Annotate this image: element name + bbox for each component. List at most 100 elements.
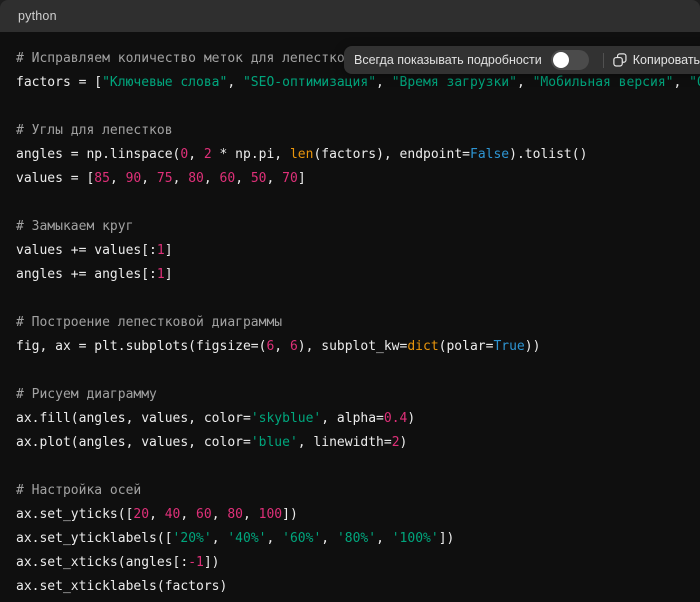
code-token-num: 6 bbox=[290, 339, 298, 354]
code-token-str: "Ключевые слова" bbox=[102, 75, 227, 90]
code-token-pln: ]) bbox=[439, 531, 455, 546]
code-token-str: '100%' bbox=[392, 531, 439, 546]
code-token-pln: ] bbox=[165, 243, 173, 258]
code-token-pln: , bbox=[321, 531, 337, 546]
code-token-pln: , bbox=[267, 171, 283, 186]
code-token-kw: True bbox=[493, 339, 524, 354]
toolbar-divider bbox=[603, 53, 604, 68]
code-token-num: 2 bbox=[204, 147, 212, 162]
code-token-pln: values += values[: bbox=[16, 243, 157, 258]
code-token-pln: ] bbox=[298, 171, 306, 186]
code-line: ax.set_xticklabels(factors) bbox=[16, 575, 700, 599]
code-token-num: 60 bbox=[196, 507, 212, 522]
code-line: # Построение лепестковой диаграммы bbox=[16, 311, 700, 335]
code-token-pln: , bbox=[266, 531, 282, 546]
code-token-pln: ) bbox=[400, 435, 408, 450]
copy-icon bbox=[613, 53, 627, 67]
code-token-pln: (polar= bbox=[439, 339, 494, 354]
code-token-pln: angles = np.linspace( bbox=[16, 147, 180, 162]
code-line bbox=[16, 455, 700, 479]
code-token-num: 80 bbox=[188, 171, 204, 186]
code-token-com: # Построение лепестковой диаграммы bbox=[16, 315, 282, 330]
code-token-num: 70 bbox=[282, 171, 298, 186]
code-token-num: 40 bbox=[165, 507, 181, 522]
code-token-pln: , bbox=[227, 75, 243, 90]
code-token-pln: , bbox=[274, 339, 290, 354]
code-token-num: 90 bbox=[126, 171, 142, 186]
code-line: values += values[:1] bbox=[16, 239, 700, 263]
code-token-com: # Рисуем диаграмму bbox=[16, 387, 157, 402]
code-token-num: -1 bbox=[188, 555, 204, 570]
code-token-str: "SEO-оптимизация" bbox=[243, 75, 376, 90]
code-token-str: 'blue' bbox=[251, 435, 298, 450]
code-token-num: 50 bbox=[251, 171, 267, 186]
copy-code-button[interactable]: Копировать код bbox=[613, 53, 700, 67]
code-line: # Замыкаем круг bbox=[16, 215, 700, 239]
code-line: ax.set_yticks([20, 40, 60, 80, 100]) bbox=[16, 503, 700, 527]
code-token-pln: * np.pi, bbox=[212, 147, 290, 162]
code-token-pln: , bbox=[376, 75, 392, 90]
code-token-pln: ]) bbox=[204, 555, 220, 570]
code-line: # Углы для лепестков bbox=[16, 119, 700, 143]
code-token-pln: , bbox=[243, 507, 259, 522]
code-token-pln: , bbox=[235, 171, 251, 186]
code-token-pln: angles += angles[: bbox=[16, 267, 157, 282]
code-token-pln: , bbox=[212, 531, 228, 546]
code-token-fn: len bbox=[290, 147, 313, 162]
code-token-num: 0.4 bbox=[384, 411, 407, 426]
code-token-pln: (factors), endpoint= bbox=[313, 147, 470, 162]
code-token-pln: values = [ bbox=[16, 171, 94, 186]
code-line bbox=[16, 359, 700, 383]
code-line bbox=[16, 191, 700, 215]
copy-code-label: Копировать код bbox=[633, 53, 700, 67]
code-token-pln: , alpha= bbox=[321, 411, 384, 426]
code-token-kw: False bbox=[470, 147, 509, 162]
code-token-num: 100 bbox=[259, 507, 282, 522]
code-token-pln: , bbox=[173, 171, 189, 186]
code-token-pln: )) bbox=[525, 339, 541, 354]
code-token-str: '40%' bbox=[227, 531, 266, 546]
code-block-header: python bbox=[0, 0, 700, 32]
code-token-pln: , bbox=[673, 75, 689, 90]
always-show-details-label: Всегда показывать подробности bbox=[354, 53, 542, 67]
code-token-pln: , bbox=[204, 171, 220, 186]
code-token-fn: dict bbox=[407, 339, 438, 354]
code-token-str: "Мобильная версия" bbox=[533, 75, 674, 90]
code-token-pln: ax.plot(angles, values, color= bbox=[16, 435, 251, 450]
code-token-pln: , bbox=[149, 507, 165, 522]
code-token-pln: , bbox=[376, 531, 392, 546]
code-line: # Настройка осей bbox=[16, 479, 700, 503]
code-token-str: "От bbox=[689, 75, 700, 90]
code-token-pln: , linewidth= bbox=[298, 435, 392, 450]
code-block: python # Исправляем количество меток для… bbox=[0, 0, 700, 602]
code-token-pln: , bbox=[212, 507, 228, 522]
code-token-str: '60%' bbox=[282, 531, 321, 546]
code-token-pln: fig, ax = plt.subplots(figsize=( bbox=[16, 339, 266, 354]
code-token-num: 80 bbox=[227, 507, 243, 522]
code-line: factors = ["Ключевые слова", "SEO-оптими… bbox=[16, 71, 700, 95]
code-token-pln: , bbox=[180, 507, 196, 522]
code-token-num: 1 bbox=[157, 243, 165, 258]
code-line bbox=[16, 95, 700, 119]
code-token-str: "Время загрузки" bbox=[392, 75, 517, 90]
code-token-pln: ax.fill(angles, values, color= bbox=[16, 411, 251, 426]
code-token-pln: ]) bbox=[282, 507, 298, 522]
code-line: ax.set_yticklabels(['20%', '40%', '60%',… bbox=[16, 527, 700, 551]
code-token-pln: ) bbox=[407, 411, 415, 426]
code-token-num: 75 bbox=[157, 171, 173, 186]
language-label: python bbox=[18, 9, 57, 23]
code-line: ax.fill(angles, values, color='skyblue',… bbox=[16, 407, 700, 431]
code-token-com: # Углы для лепестков bbox=[16, 123, 173, 138]
code-line: ax.plot(angles, values, color='blue', li… bbox=[16, 431, 700, 455]
code-token-num: 20 bbox=[133, 507, 149, 522]
code-token-pln: ).tolist() bbox=[509, 147, 587, 162]
always-show-details-toggle[interactable] bbox=[551, 50, 589, 70]
code-token-pln: ), subplot_kw= bbox=[298, 339, 408, 354]
code-line: angles += angles[:1] bbox=[16, 263, 700, 287]
code-line: angles = np.linspace(0, 2 * np.pi, len(f… bbox=[16, 143, 700, 167]
code-editor: # Исправляем количество меток для лепест… bbox=[0, 32, 700, 602]
code-token-com: # Исправляем количество меток для лепест… bbox=[16, 51, 353, 66]
code-token-num: 1 bbox=[157, 267, 165, 282]
code-token-str: 'skyblue' bbox=[251, 411, 321, 426]
code-token-str: '80%' bbox=[337, 531, 376, 546]
